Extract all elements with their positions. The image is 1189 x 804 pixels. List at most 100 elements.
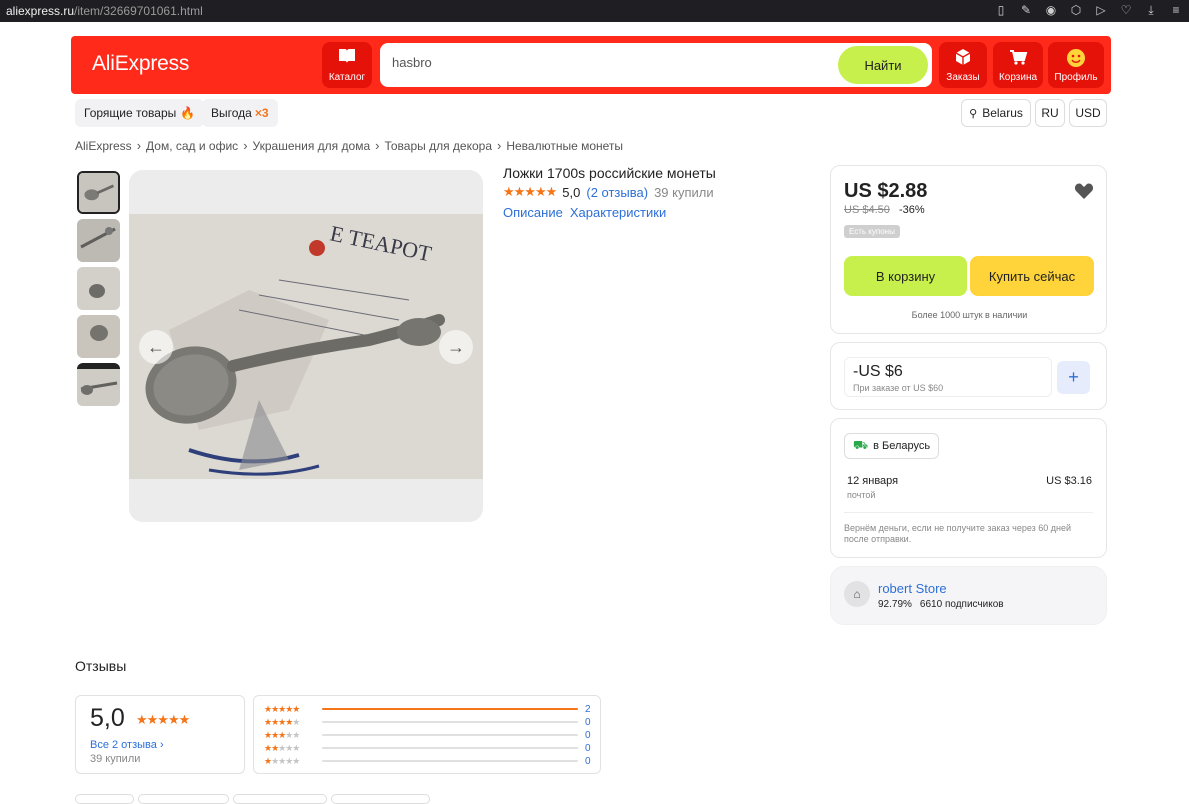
chevron-right-icon: › <box>159 739 164 751</box>
breadcrumb-item[interactable]: Украшения для дома <box>253 139 371 153</box>
language-selector[interactable]: RU <box>1035 99 1065 127</box>
breadcrumb-item[interactable]: AliExpress <box>75 139 132 153</box>
delivery-cost: US $3.16 <box>1046 475 1092 487</box>
logo[interactable]: AliExpress <box>92 52 189 76</box>
reviews-summary: 5,0 ★★★★★ Все 2 отзыва › 39 купили <box>75 695 245 774</box>
store-name[interactable]: robert Store <box>878 581 947 596</box>
heart-icon[interactable] <box>1074 182 1094 200</box>
tab-description[interactable]: Описание <box>503 205 563 220</box>
book-icon <box>339 49 355 63</box>
bar-fill <box>322 708 578 710</box>
all-reviews-label: Все 2 отзыва <box>90 739 157 751</box>
row-count: 0 <box>585 716 591 728</box>
bought-count: 39 купили <box>654 184 714 200</box>
bar-track <box>322 760 578 762</box>
breadcrumb: AliExpress › Дом, сад и офис › Украшения д… <box>75 138 623 153</box>
browser-address-bar[interactable]: aliexpress.ru/item/32669701061.html ▯ ✎ … <box>0 0 1189 22</box>
bar-track <box>322 721 578 723</box>
coupon-tile[interactable]: -US $6 При заказе от US $60 <box>844 357 1052 397</box>
review-filter-chip[interactable] <box>331 794 430 804</box>
breadcrumb-item[interactable]: Дом, сад и офис <box>146 139 238 153</box>
thumbnail[interactable] <box>77 219 120 262</box>
rating-row-1[interactable]: ★★★★★ 0 <box>264 755 594 767</box>
review-filter-chip[interactable] <box>138 794 229 804</box>
buy-now-button[interactable]: Купить сейчас <box>970 256 1094 296</box>
coupon-card: -US $6 При заказе от US $60 + <box>830 342 1107 410</box>
reader-icon[interactable]: ▯ <box>994 3 1008 17</box>
thumbnail[interactable] <box>77 363 120 406</box>
row-stars: ★★★★★ <box>264 729 300 740</box>
rating-row-4[interactable]: ★★★★★ 0 <box>264 716 594 728</box>
play-icon[interactable]: ▷ <box>1094 3 1108 17</box>
profile-button[interactable]: Профиль <box>1048 42 1104 88</box>
shield-icon[interactable]: ⬡ <box>1069 3 1083 17</box>
catalog-label: Каталог <box>328 72 366 83</box>
store-positive: 92.79% <box>878 599 912 610</box>
search-input[interactable] <box>392 55 792 70</box>
box-icon <box>955 49 971 65</box>
add-to-cart-button[interactable]: В корзину <box>844 256 967 296</box>
rating-row-3[interactable]: ★★★★★ 0 <box>264 729 594 741</box>
reviews-title: Отзывы <box>75 658 127 674</box>
rating-stars: ★★★★★ <box>503 184 557 199</box>
buy-card: US $2.88 US $4.50 -36% Есть купоны В кор… <box>830 165 1107 334</box>
edit-icon[interactable]: ✎ <box>1019 3 1033 17</box>
delivery-date: 12 января <box>847 475 899 487</box>
old-price: US $4.50 <box>844 204 890 216</box>
cart-button[interactable]: Корзина <box>993 42 1043 88</box>
add-coupon-button[interactable]: + <box>1057 361 1090 394</box>
heart-icon[interactable]: ♡ <box>1119 3 1133 17</box>
thumbnail[interactable] <box>77 315 120 358</box>
review-filter-chip[interactable] <box>233 794 327 804</box>
camera-icon[interactable]: ◉ <box>1044 3 1058 17</box>
rating-row-2[interactable]: ★★★★★ 0 <box>264 742 594 754</box>
benefit-pill[interactable]: Выгода ×3 <box>202 99 278 127</box>
cart-icon <box>1010 50 1028 65</box>
delivery-method: почтой <box>847 490 876 500</box>
search-button[interactable]: Найти <box>838 46 928 84</box>
profile-label: Профиль <box>1054 72 1098 83</box>
menu-icon[interactable]: ≡ <box>1169 3 1183 17</box>
orders-button[interactable]: Заказы <box>939 42 987 88</box>
region-selector[interactable]: ⚲ Belarus <box>961 99 1031 127</box>
discount: -36% <box>899 204 925 216</box>
row-stars: ★★★★★ <box>264 716 300 727</box>
thumbnail[interactable] <box>77 171 120 214</box>
location-pin-icon: ⚲ <box>969 107 978 120</box>
tab-specs[interactable]: Характеристики <box>570 205 666 220</box>
chevron-right-icon: › <box>375 138 380 153</box>
catalog-button[interactable]: Каталог <box>322 42 372 88</box>
coupon-badge[interactable]: Есть купоны <box>844 225 900 238</box>
reviews-link[interactable]: (2 отзыва) <box>586 185 648 200</box>
url-host: aliexpress.ru <box>6 4 75 18</box>
arrow-left-icon: ← <box>147 336 165 357</box>
row-count: 0 <box>585 729 591 741</box>
currency-selector[interactable]: USD <box>1069 99 1107 127</box>
store-card[interactable]: ⌂ robert Store 92.79% 6610 подписчиков <box>830 566 1107 625</box>
breadcrumb-item[interactable]: Невалютные монеты <box>506 139 623 153</box>
store-icon: ⌂ <box>844 581 870 607</box>
review-filter-chip[interactable] <box>75 794 134 804</box>
delivery-destination[interactable]: ⛟ в Беларусь <box>844 433 940 459</box>
hot-deals-pill[interactable]: Горящие товары 🔥 <box>75 99 205 127</box>
chevron-right-icon: › <box>136 138 142 153</box>
breadcrumb-item[interactable]: Товары для декора <box>384 139 492 153</box>
thumbnail[interactable] <box>77 267 120 310</box>
row-count: 2 <box>585 703 591 715</box>
all-reviews-link[interactable]: Все 2 отзыва › <box>90 739 164 751</box>
coupon-condition: При заказе от US $60 <box>853 383 944 393</box>
divider <box>844 512 1093 513</box>
orders-label: Заказы <box>946 72 980 83</box>
site-header: AliExpress Каталог Найти Заказы Корзина … <box>71 36 1111 94</box>
next-image-button[interactable]: → <box>439 330 473 364</box>
coupon-amount: -US $6 <box>853 363 903 380</box>
prev-image-button[interactable]: ← <box>139 330 173 364</box>
rating-row-5[interactable]: ★★★★★ 2 <box>264 703 594 715</box>
smiley-icon <box>1067 49 1085 67</box>
chevron-right-icon: › <box>243 138 248 153</box>
chevron-right-icon: › <box>497 138 502 153</box>
download-icon[interactable]: ⤓ <box>1144 3 1158 17</box>
bar-track <box>322 708 578 710</box>
row-stars: ★★★★★ <box>264 755 300 766</box>
product-main-image[interactable]: E TEAPOT ← → <box>129 170 483 522</box>
